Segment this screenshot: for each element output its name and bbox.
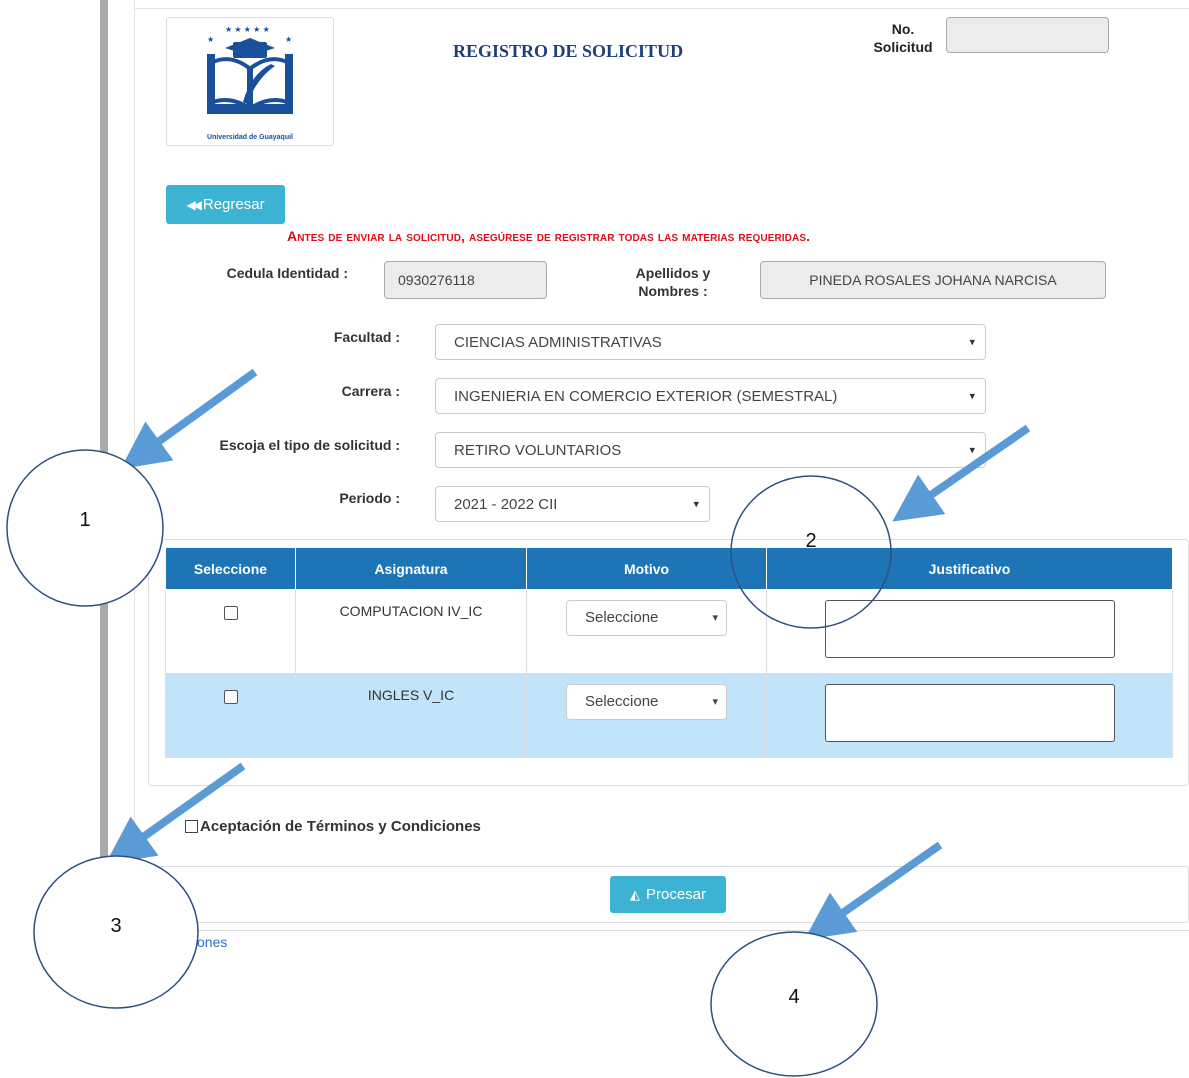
footer-link[interactable]: ones bbox=[197, 934, 227, 950]
carrera-label: Carrera : bbox=[341, 383, 400, 399]
motivo-selected-value: Seleccione bbox=[585, 609, 659, 626]
solicitud-label-line1: No. bbox=[891, 21, 915, 37]
subjects-table: Seleccione Asignatura Motivo Justificati… bbox=[165, 547, 1173, 758]
facultad-label: Facultad : bbox=[333, 329, 400, 345]
warning-message: Antes de enviar la solicitud, asegúrese … bbox=[287, 228, 811, 244]
solicitud-number-label: No. Solicitud bbox=[866, 20, 940, 56]
tipo-solicitud-selected-value: RETIRO VOLUNTARIOS bbox=[454, 441, 622, 459]
justificativo-cell bbox=[766, 589, 1173, 674]
motivo-selected-value: Seleccione bbox=[585, 693, 659, 710]
terms-checkbox[interactable] bbox=[185, 820, 198, 833]
column-header-motivo: Motivo bbox=[526, 547, 767, 590]
content-border bbox=[134, 0, 135, 860]
chevron-down-icon: ▾ bbox=[969, 390, 975, 403]
nombres-field[interactable]: PINEDA ROSALES JOHANA NARCISA bbox=[760, 261, 1106, 299]
column-header-seleccione: Seleccione bbox=[165, 547, 296, 590]
double-chevron-left-icon: ◀◀ bbox=[186, 197, 202, 212]
nombres-label: Apellidos y Nombres : bbox=[620, 264, 726, 300]
eraser-icon: ◭ bbox=[629, 886, 640, 902]
periodo-selected-value: 2021 - 2022 CII bbox=[454, 495, 558, 513]
asignatura-cell: COMPUTACION IV_IC bbox=[295, 589, 527, 674]
row-checkbox[interactable] bbox=[223, 606, 238, 620]
page-title: REGISTRO DE SOLICITUD bbox=[453, 41, 684, 61]
motivo-cell: Seleccione ▾ bbox=[526, 673, 767, 758]
terms-checkbox-row[interactable]: Aceptación de Términos y Condiciones bbox=[185, 818, 481, 835]
chevron-down-icon: ▾ bbox=[969, 444, 975, 457]
tipo-solicitud-select[interactable]: RETIRO VOLUNTARIOS ▾ bbox=[435, 432, 986, 468]
process-button-label: Procesar bbox=[645, 886, 707, 903]
left-scroll-bar bbox=[100, 0, 108, 865]
carrera-select[interactable]: INGENIERIA EN COMERCIO EXTERIOR (SEMESTR… bbox=[435, 378, 986, 414]
motivo-select[interactable]: Seleccione ▾ bbox=[566, 600, 727, 636]
book-logo-icon: ★ ★ ★ ★ ★ ★ ★ bbox=[207, 25, 293, 114]
terms-label: Aceptación de Términos y Condiciones bbox=[200, 818, 481, 835]
university-logo: ★ ★ ★ ★ ★ ★ ★ Universidad de Guayaquil bbox=[166, 17, 334, 146]
callout-circle-4 bbox=[710, 931, 878, 1077]
svg-text:★: ★ bbox=[207, 35, 214, 44]
periodo-select[interactable]: 2021 - 2022 CII ▾ bbox=[435, 486, 710, 522]
solicitud-number-field[interactable] bbox=[946, 17, 1109, 53]
periodo-label: Periodo : bbox=[339, 490, 400, 506]
justificativo-cell bbox=[766, 673, 1173, 758]
tipo-solicitud-label: Escoja el tipo de solicitud : bbox=[219, 437, 400, 453]
callout-number-4: 4 bbox=[788, 986, 799, 1008]
chevron-down-icon: ▾ bbox=[712, 612, 718, 624]
table-row: COMPUTACION IV_IC Seleccione ▾ bbox=[165, 589, 1173, 674]
callout-circle-1 bbox=[6, 449, 164, 607]
cedula-field[interactable]: 0930276118 bbox=[384, 261, 547, 299]
table-row: INGLES V_IC Seleccione ▾ bbox=[165, 673, 1173, 758]
select-cell bbox=[165, 673, 296, 758]
callout-number-1: 1 bbox=[79, 509, 90, 531]
column-header-justificativo: Justificativo bbox=[766, 547, 1173, 590]
justificativo-textarea[interactable] bbox=[825, 684, 1115, 742]
solicitud-label-line2: Solicitud bbox=[873, 39, 933, 55]
motivo-cell: Seleccione ▾ bbox=[526, 589, 767, 674]
callout-number-3: 3 bbox=[110, 915, 121, 937]
content-top-border bbox=[134, 8, 1189, 9]
footer-divider bbox=[134, 930, 1189, 931]
asignatura-cell: INGLES V_IC bbox=[295, 673, 527, 758]
nombres-label-line1: Apellidos y bbox=[635, 265, 711, 281]
select-cell bbox=[165, 589, 296, 674]
logo-caption: Universidad de Guayaquil bbox=[207, 134, 293, 141]
nombres-label-line2: Nombres : bbox=[638, 283, 708, 299]
chevron-down-icon: ▾ bbox=[712, 696, 718, 708]
motivo-select[interactable]: Seleccione ▾ bbox=[566, 684, 727, 720]
process-button[interactable]: ◭ Procesar bbox=[610, 876, 726, 913]
chevron-down-icon: ▾ bbox=[969, 336, 975, 349]
row-checkbox[interactable] bbox=[223, 690, 238, 704]
facultad-select[interactable]: CIENCIAS ADMINISTRATIVAS ▾ bbox=[435, 324, 986, 360]
chevron-down-icon: ▾ bbox=[693, 498, 699, 511]
justificativo-textarea[interactable] bbox=[825, 600, 1115, 658]
svg-text:★ ★ ★ ★ ★: ★ ★ ★ ★ ★ bbox=[225, 25, 270, 34]
column-header-asignatura: Asignatura bbox=[295, 547, 527, 590]
back-button-label: Regresar bbox=[202, 196, 265, 213]
svg-text:★: ★ bbox=[285, 35, 292, 44]
carrera-selected-value: INGENIERIA EN COMERCIO EXTERIOR (SEMESTR… bbox=[454, 387, 838, 405]
asignatura-name: COMPUTACION IV_IC bbox=[339, 603, 483, 619]
asignatura-name: INGLES V_IC bbox=[367, 687, 455, 703]
facultad-selected-value: CIENCIAS ADMINISTRATIVAS bbox=[454, 333, 662, 351]
back-button[interactable]: ◀◀ Regresar bbox=[166, 185, 285, 224]
cedula-label: Cedula Identidad : bbox=[226, 265, 348, 281]
